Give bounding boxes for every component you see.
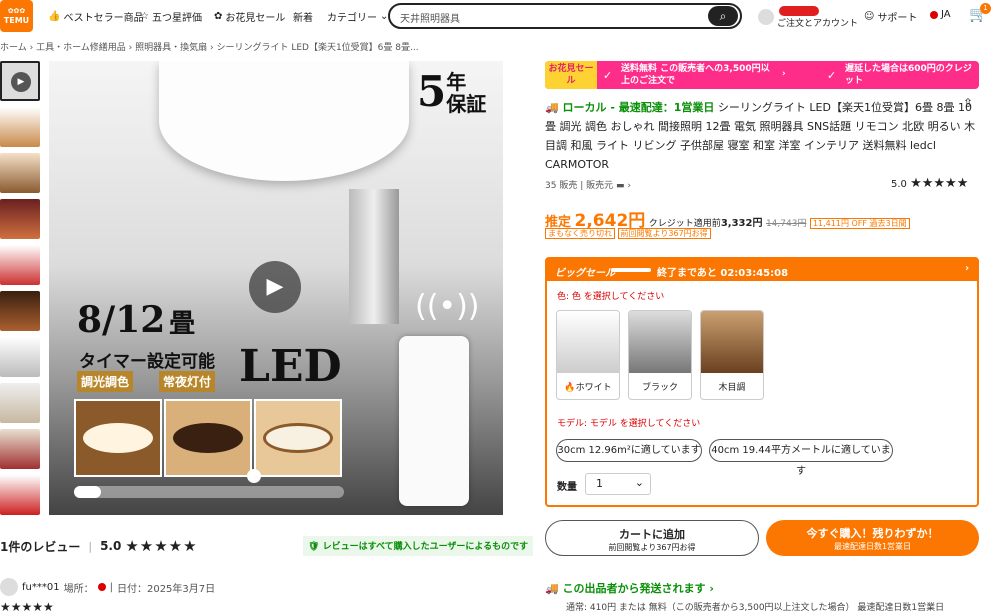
jp-flag-icon [97, 583, 106, 591]
smile-icon: ☺ [864, 11, 875, 22]
color-option-wood[interactable]: 木目調 [700, 310, 764, 400]
add-to-cart-button[interactable]: カートに追加 前回閲覧より367円お得 [545, 520, 759, 556]
nav-five-star[interactable]: ☆ 五つ星評価 [140, 9, 202, 24]
quantity-select[interactable]: 1 ⌄ [585, 473, 651, 495]
redacted-name [779, 6, 819, 16]
sales-info: 35 販売 | 販売元 ▬ › [545, 181, 631, 191]
discount-badge: 11,411円 OFF 過去3日間 [809, 218, 910, 229]
shipping-detail: 通常: 410円 または 無料（この販売者から3,500円以上注文した場合） 最… [566, 603, 945, 613]
nav-category[interactable]: カテゴリー ⌄ [327, 9, 388, 24]
feature-tag-nightlight: 常夜灯付 [159, 371, 216, 392]
sale-progress [611, 268, 651, 272]
timer-text: タイマー設定可能 [79, 352, 215, 372]
chevron-right-icon: › [965, 263, 970, 274]
ceiling-light-shape [159, 61, 409, 181]
light-sample-dark [164, 399, 252, 477]
local-delivery-tag: 🚚 ローカル - 最速配達：1営業日 [545, 101, 715, 114]
breadcrumb: ホーム › 工具・ホーム修繕用品 › 照明器具・換気扇 › シーリングライト L… [0, 43, 419, 53]
size-text: 8/12 畳 [77, 299, 196, 341]
video-progress-bar[interactable] [74, 486, 344, 498]
model-option-30cm[interactable]: 30cm 12.96m²に適しています [556, 439, 702, 462]
check-icon: ✓ [603, 69, 613, 82]
thumbnail-item[interactable] [0, 245, 40, 285]
countdown-timer: 02:03:45:08 [720, 268, 789, 279]
light-sample-warm [74, 399, 162, 477]
crumb-tools[interactable]: 工具・ホーム修繕用品 [36, 43, 126, 53]
cart-count-badge: 1 [980, 3, 991, 14]
thumbnail-item[interactable] [0, 199, 40, 239]
verified-notice: 🛡 レビューはすべて購入したユーザーによるものです [303, 536, 534, 556]
avatar [0, 578, 18, 596]
warranty-badge: 5年 保証 [417, 67, 487, 116]
account-menu[interactable]: ご注文とアカウント [758, 6, 858, 29]
review-stars: ★★★★★ [0, 600, 54, 614]
temu-logo[interactable]: ✿✿✿ TEMU [0, 0, 33, 32]
quantity-label: 数量 [557, 482, 577, 493]
promo-banner[interactable]: お花見セール ✓ 送料無料 この販売者への3,500円以上のご注文で › ✓ 遅… [545, 61, 979, 89]
nav-new[interactable]: 新着 [293, 9, 313, 24]
promo-label: お花見セール [545, 61, 597, 89]
thumbnail-video[interactable]: ▶ [0, 61, 40, 101]
reviews-summary: 1件のレビュー | 5.0 ★★★★★ 🛡 レビューはすべて購入したユーザーによ… [0, 535, 534, 557]
crumb-product: シーリングライト LED【楽天1位受賞】6畳 8畳... [216, 43, 419, 53]
language-select[interactable]: JA [930, 9, 951, 20]
search-bar[interactable]: 天井照明器具 ⌕ [388, 3, 742, 29]
crumb-home[interactable]: ホーム [0, 43, 27, 53]
shipping-title[interactable]: 🚚 この出品者から発送されます › [545, 580, 714, 596]
slider-handle[interactable] [247, 469, 261, 483]
search-input[interactable]: 天井照明器具 [400, 10, 460, 25]
light-sample-wood [254, 399, 342, 477]
model-label: モデル: モデル を選択してください [557, 419, 701, 429]
seller-link[interactable]: 販売元 [586, 181, 613, 191]
sakura-icon: ✿ [214, 11, 223, 22]
review-item: fu***01 場所： | 日付：2025年3月7日 [0, 578, 215, 596]
thumbnail-item[interactable] [0, 475, 40, 515]
buy-now-button[interactable]: 今すぐ購入！残りわずか！ 最速配達日数1営業日 [766, 520, 979, 556]
crumb-lighting[interactable]: 照明器具・換気扇 [135, 43, 207, 53]
model-option-40cm[interactable]: 40cm 19.44平方メートルに適しています [709, 439, 893, 477]
product-rating[interactable]: 5.0 ★★★★★ [891, 176, 968, 191]
thumbnail-item[interactable] [0, 337, 40, 377]
rating-stars: ★★★★★ [125, 537, 198, 555]
price-tags: まもなく売り切れ 前回閲覧より367円お得 [545, 228, 711, 239]
jp-flag-icon [930, 10, 938, 19]
star-badge-icon: ☆ [140, 11, 149, 22]
thumbnail-item[interactable] [0, 107, 40, 147]
feature-tag-dimming: 調光調色 [77, 371, 134, 392]
cart-icon[interactable]: 🛒 1 [969, 3, 991, 23]
thumbnail-item[interactable] [0, 291, 40, 331]
thumbnail-list: ▶ [0, 61, 40, 521]
color-option-white[interactable]: 🔥ホワイト [556, 310, 620, 400]
shield-icon: 🛡 [308, 542, 320, 552]
big-sale-header[interactable]: ビッグセール 終了まであと 02:03:45:08 › [547, 259, 977, 281]
range-hood-shape [349, 189, 399, 324]
chevron-down-icon: ⌄ [634, 476, 644, 489]
check-icon: ✓ [827, 69, 837, 82]
play-icon: ▶ [11, 72, 31, 92]
color-option-black[interactable]: ブラック [628, 310, 692, 400]
wifi-signal-icon: ((•)) [415, 289, 480, 324]
user-icon [758, 9, 774, 25]
fire-icon: 🔥 [564, 383, 576, 393]
search-icon[interactable]: ⌕ [708, 6, 738, 26]
color-label: 色: 色 を選択してください [557, 292, 665, 302]
thumbnail-item[interactable] [0, 153, 40, 193]
thumbnail-item[interactable] [0, 429, 40, 469]
truck-icon: 🚚 [545, 582, 559, 595]
share-icon[interactable]: ⇧ [963, 96, 973, 110]
nav-sakura-sale[interactable]: ✿ お花見セール [214, 9, 285, 24]
play-video-button[interactable]: ▶ [249, 261, 301, 313]
nav-bestseller[interactable]: 👍 ベストセラー商品 [48, 9, 144, 24]
led-text: LED [239, 341, 342, 392]
remote-control [399, 336, 469, 506]
big-sale-box: ビッグセール 終了まであと 02:03:45:08 › 色: 色 を選択してくだ… [545, 257, 979, 507]
top-header: ✿✿✿ TEMU 👍 ベストセラー商品 ☆ 五つ星評価 ✿ お花見セール 新着 カテゴリ… [0, 0, 991, 34]
product-title: 🚚 ローカル - 最速配達：1営業日 シーリングライト LED【楽天1位受賞】6… [545, 101, 976, 171]
support-link[interactable]: ☺ サポート [864, 9, 917, 24]
main-product-image[interactable]: 5年 保証 ▶ 8/12 畳 タイマー設定可能 LED 調光調色 常夜灯付 ((•… [49, 61, 503, 515]
thumbs-up-icon: 👍 [48, 11, 61, 22]
thumbnail-item[interactable] [0, 383, 40, 423]
